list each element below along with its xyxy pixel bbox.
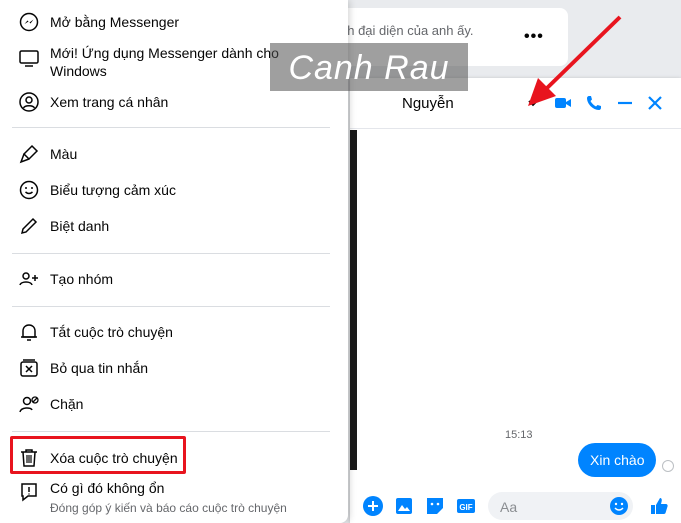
- menu-item-label: Có gì đó không ổn: [50, 480, 165, 496]
- svg-text:GIF: GIF: [459, 503, 472, 512]
- messenger-icon: [19, 12, 39, 32]
- gif-icon[interactable]: GIF: [455, 495, 477, 517]
- message-input-placeholder: Aa: [500, 499, 518, 515]
- minimize-icon[interactable]: [614, 92, 636, 114]
- desktop-icon: [19, 50, 39, 67]
- sent-status-icon: [662, 460, 674, 472]
- chat-background-image: [350, 130, 357, 470]
- chat-contact-name[interactable]: Nguyễn: [402, 95, 454, 112]
- phone-call-icon[interactable]: [583, 92, 605, 114]
- emoji-icon[interactable]: [608, 495, 630, 517]
- menu-item-view-profile[interactable]: Xem trang cá nhân: [0, 88, 340, 118]
- emoji-icon: [19, 180, 39, 200]
- menu-item-emoji[interactable]: Biểu tượng cảm xúc: [0, 176, 340, 206]
- report-icon: [21, 483, 37, 502]
- menu-divider: [12, 127, 330, 128]
- post-more-button[interactable]: •••: [524, 28, 544, 46]
- chevron-down-icon[interactable]: [522, 92, 544, 114]
- chat-window: Nguyễn 15:13 Xin chào GIF Aa: [350, 78, 681, 523]
- feed-post-text: nh đại diện của anh ấy.: [340, 23, 474, 38]
- message-input[interactable]: Aa: [488, 492, 633, 520]
- menu-item-mute[interactable]: Tắt cuộc trò chuyện: [0, 318, 340, 348]
- pencil-icon: [20, 217, 38, 235]
- block-user-icon: [19, 396, 39, 413]
- message-composer: GIF Aa: [350, 488, 681, 523]
- close-icon[interactable]: [644, 92, 666, 114]
- menu-item-label-line2: Windows: [50, 63, 107, 79]
- message-timestamp: 15:13: [505, 429, 533, 441]
- menu-item-open-messenger[interactable]: Mở bằng Messenger: [0, 8, 340, 38]
- menu-item-label: Tạo nhóm: [50, 271, 114, 287]
- menu-divider: [12, 253, 330, 254]
- menu-item-label: Xem trang cá nhân: [50, 94, 169, 110]
- watermark-text: Canh Rau: [288, 49, 450, 87]
- highlight-box: [10, 436, 186, 474]
- menu-item-label: Biệt danh: [50, 218, 110, 234]
- bell-icon: [21, 324, 37, 341]
- watermark: Canh Rau: [270, 43, 468, 91]
- group-add-icon: [19, 272, 38, 286]
- sent-message-bubble[interactable]: Xin chào: [578, 443, 657, 477]
- menu-item-create-group[interactable]: Tạo nhóm: [0, 265, 340, 295]
- menu-item-ignore[interactable]: Bỏ qua tin nhắn: [0, 354, 340, 384]
- ignore-icon: [20, 359, 38, 377]
- plus-icon[interactable]: [362, 495, 384, 517]
- menu-item-color[interactable]: Màu: [0, 140, 340, 170]
- thumbs-up-icon[interactable]: [648, 495, 670, 517]
- menu-item-label: Biểu tượng cảm xúc: [50, 182, 176, 198]
- menu-item-label: Mở bằng Messenger: [50, 14, 180, 30]
- sticker-icon[interactable]: [424, 495, 446, 517]
- profile-icon: [19, 92, 39, 112]
- menu-item-label: Bỏ qua tin nhắn: [50, 360, 149, 376]
- photo-icon[interactable]: [393, 495, 415, 517]
- menu-divider: [12, 306, 330, 307]
- menu-item-label: Màu: [50, 146, 78, 162]
- menu-item-label: Chặn: [50, 396, 84, 412]
- menu-item-nickname[interactable]: Biệt danh: [0, 212, 340, 242]
- menu-item-sublabel: Đóng góp ý kiến và báo cáo cuộc trò chuy…: [50, 501, 287, 515]
- menu-item-block[interactable]: Chặn: [0, 390, 340, 420]
- menu-item-label: Tắt cuộc trò chuyện: [50, 324, 173, 340]
- paint-brush-icon: [19, 144, 39, 164]
- menu-item-report[interactable]: Có gì đó không ổn Đóng góp ý kiến và báo…: [0, 478, 340, 518]
- menu-item-label: Mới! Ứng dụng Messenger dành cho: [50, 45, 279, 61]
- menu-divider: [12, 431, 330, 432]
- video-call-icon[interactable]: [552, 92, 574, 114]
